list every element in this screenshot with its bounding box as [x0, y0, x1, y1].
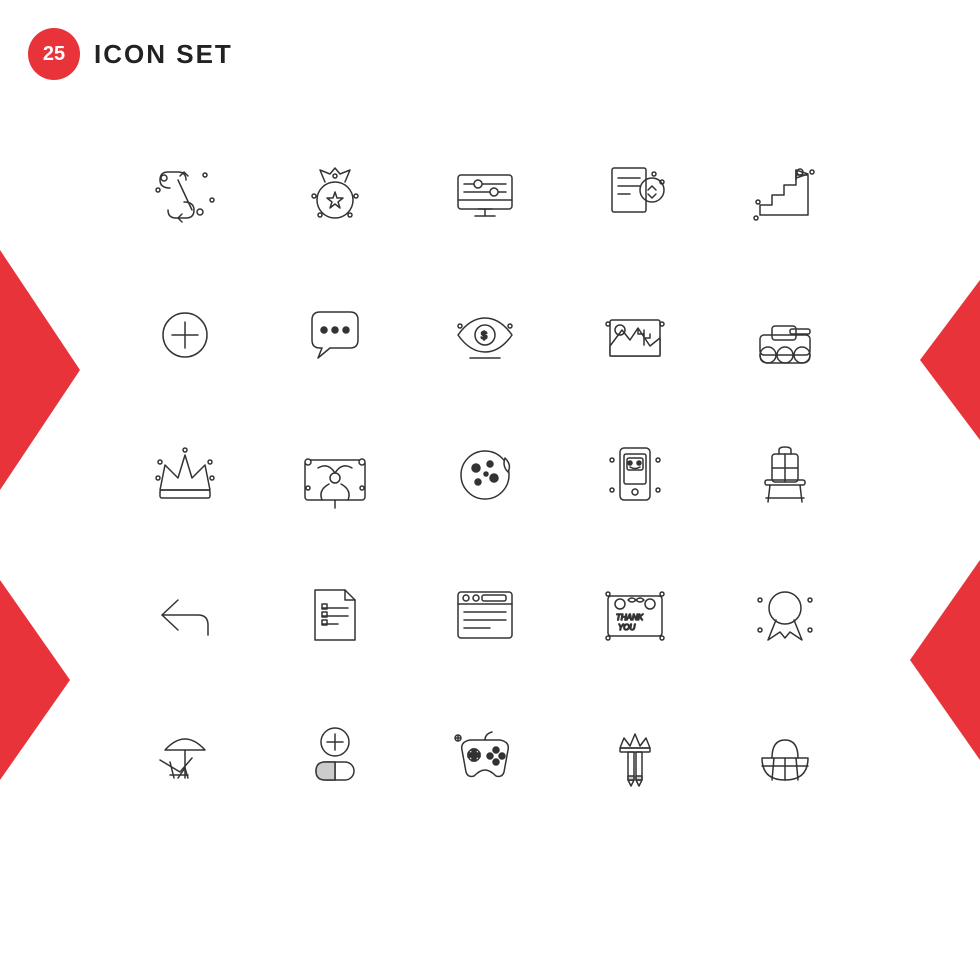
- deco-left-top: [0, 250, 80, 490]
- chat-bubble-icon: [270, 270, 400, 400]
- badge-number: 25: [28, 28, 80, 80]
- biohazard-sign-icon: [270, 410, 400, 540]
- reply-icon: [120, 550, 250, 680]
- cookie-icon: [420, 410, 550, 540]
- luggage-icon: [720, 410, 850, 540]
- chain-links-icon: [120, 130, 250, 260]
- beach-chair-icon: [120, 690, 250, 820]
- medal-icon: [270, 130, 400, 260]
- header-badge: 25 ICON SET: [28, 28, 233, 80]
- eye-dollar-icon: $: [420, 270, 550, 400]
- tank-icon: [720, 270, 850, 400]
- monitor-settings-icon: [420, 130, 550, 260]
- medicine-plus-icon: [270, 690, 400, 820]
- deco-right-top: [920, 280, 980, 440]
- add-circle-icon: [120, 270, 250, 400]
- game-controller-icon: [420, 690, 550, 820]
- crown-icon: [120, 410, 250, 540]
- desert-map-icon: [570, 270, 700, 400]
- svg-text:$: $: [481, 330, 487, 342]
- document-list-icon: [270, 550, 400, 680]
- creative-writer-icon: [570, 690, 700, 820]
- badge-title: ICON SET: [94, 39, 233, 70]
- thank-you-card-icon: THANK YOU: [570, 550, 700, 680]
- svg-text:THANK: THANK: [616, 613, 644, 622]
- ribbon-icon: [720, 550, 850, 680]
- deco-right-bottom: [910, 560, 980, 760]
- svg-text:YOU: YOU: [618, 623, 636, 632]
- mobile-robot-icon: [570, 410, 700, 540]
- stairs-goal-icon: [720, 130, 850, 260]
- icon-grid: $: [100, 110, 880, 840]
- document-process-icon: [570, 130, 700, 260]
- basket-icon: [720, 690, 850, 820]
- browser-icon: [420, 550, 550, 680]
- deco-left-bottom: [0, 580, 70, 780]
